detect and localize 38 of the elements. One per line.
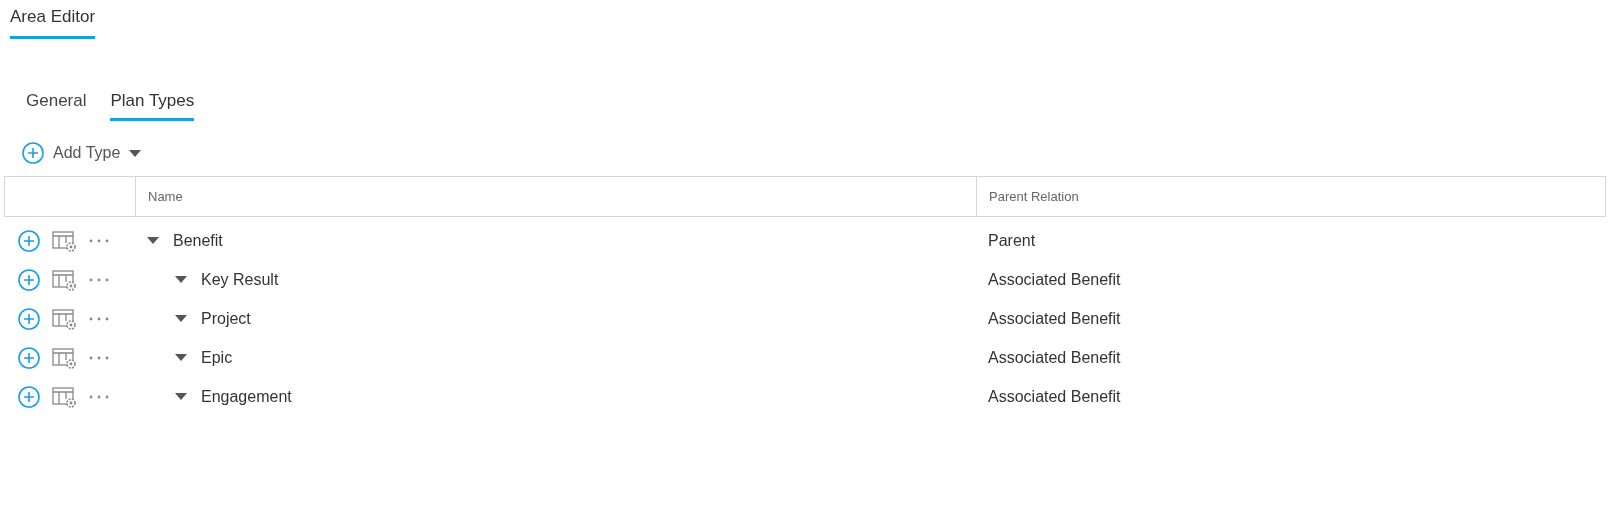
table-settings-icon[interactable] bbox=[52, 268, 76, 291]
add-child-icon[interactable] bbox=[18, 385, 40, 408]
add-child-icon[interactable] bbox=[18, 346, 40, 369]
page-title: Area Editor bbox=[10, 0, 96, 40]
type-name: Epic bbox=[201, 347, 233, 368]
dropdown-caret-icon[interactable] bbox=[129, 149, 142, 157]
table-settings-icon[interactable] bbox=[52, 346, 76, 369]
add-icon[interactable] bbox=[22, 142, 44, 165]
add-child-icon[interactable] bbox=[18, 229, 40, 252]
expand-caret-icon[interactable] bbox=[175, 315, 187, 323]
expand-caret-icon[interactable] bbox=[175, 354, 187, 362]
expand-caret-icon[interactable] bbox=[175, 276, 187, 284]
parent-relation: Associated Benefit bbox=[987, 308, 1121, 329]
add-child-icon[interactable] bbox=[18, 307, 40, 330]
tab[interactable]: General bbox=[26, 87, 87, 122]
type-name: Engagement bbox=[201, 386, 292, 407]
expand-caret-icon[interactable] bbox=[175, 393, 187, 401]
add-child-icon[interactable] bbox=[18, 268, 40, 291]
add-type-button[interactable]: Add Type bbox=[22, 141, 142, 166]
table-settings-icon[interactable] bbox=[52, 307, 76, 330]
parent-relation: Associated Benefit bbox=[987, 347, 1121, 368]
type-name: Project bbox=[201, 308, 251, 329]
more-options-icon[interactable] bbox=[88, 276, 110, 283]
parent-relation: Associated Benefit bbox=[987, 269, 1121, 290]
parent-relation: Parent bbox=[987, 230, 1036, 251]
more-options-icon[interactable] bbox=[88, 237, 110, 244]
table-settings-icon[interactable] bbox=[52, 385, 76, 408]
more-options-icon[interactable] bbox=[88, 393, 110, 400]
table-settings-icon[interactable] bbox=[52, 229, 76, 252]
tab[interactable]: Plan Types bbox=[110, 87, 195, 122]
column-header: Parent Relation bbox=[976, 177, 1605, 217]
expand-caret-icon[interactable] bbox=[147, 237, 159, 245]
more-options-icon[interactable] bbox=[88, 354, 110, 361]
type-name: Key Result bbox=[201, 269, 279, 290]
parent-relation: Associated Benefit bbox=[987, 386, 1121, 407]
column-header: Name bbox=[135, 177, 976, 217]
more-options-icon[interactable] bbox=[88, 315, 110, 322]
type-name: Benefit bbox=[173, 230, 223, 251]
